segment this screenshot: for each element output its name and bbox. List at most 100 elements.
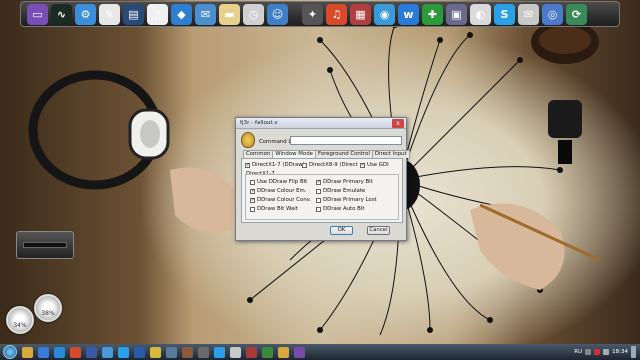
volume-icon[interactable] bbox=[603, 349, 610, 355]
folder-icon[interactable] bbox=[22, 346, 33, 358]
chat-icon[interactable] bbox=[102, 346, 113, 358]
language-indicator[interactable]: RU bbox=[574, 349, 582, 355]
ie-icon[interactable] bbox=[38, 346, 49, 358]
skype-icon[interactable] bbox=[118, 346, 129, 358]
web-icon[interactable]: ◎ bbox=[542, 3, 563, 25]
option-colour-conv[interactable]: ✓ DDraw Colour Conv. bbox=[250, 197, 311, 203]
tab-common[interactable]: Common bbox=[243, 150, 274, 158]
settings-icon[interactable]: ⚙ bbox=[75, 3, 96, 25]
checkbox-primary-blt[interactable]: ✓ bbox=[316, 179, 321, 185]
radio-widget[interactable] bbox=[16, 231, 74, 259]
sync-icon[interactable]: ⟳ bbox=[566, 3, 587, 25]
photo-icon[interactable]: ◐ bbox=[470, 3, 491, 25]
mail-app-icon[interactable]: ✉ bbox=[518, 3, 539, 25]
taskbar: RU 18:34 bbox=[0, 344, 640, 360]
tab-strip: Common Window Mode Foreground Control Di… bbox=[243, 150, 410, 159]
clock-icon[interactable]: ◷ bbox=[243, 3, 264, 25]
system-tray: RU 18:34 bbox=[574, 346, 636, 358]
app-icon[interactable] bbox=[278, 346, 289, 358]
activity-monitor-icon[interactable]: ∿ bbox=[51, 3, 72, 25]
mail-icon[interactable]: ✉ bbox=[195, 3, 216, 25]
chrome-icon[interactable] bbox=[150, 346, 161, 358]
option-use-gdi[interactable]: ✓ Use GDI bbox=[360, 162, 389, 168]
label-use-gdi: Use GDI bbox=[367, 162, 389, 168]
label-primary-blt: DDraw Primary Blt bbox=[323, 179, 373, 185]
music-icon[interactable]: ♫ bbox=[326, 3, 347, 25]
command-line-input[interactable] bbox=[290, 136, 402, 145]
notes-icon[interactable]: ✎ bbox=[99, 3, 120, 25]
system-meter-widget[interactable]: 34% 38% bbox=[4, 292, 68, 338]
config-dialog: fj3r - fallout.v x Command Line Common W… bbox=[235, 117, 410, 241]
vk-icon[interactable]: w bbox=[398, 3, 419, 25]
option-auto-blt[interactable]: DDraw Auto Blt bbox=[316, 206, 364, 212]
label-colour-conv: DDraw Colour Conv. bbox=[257, 197, 312, 203]
option-primary-blt[interactable]: ✓ DDraw Primary Blt bbox=[316, 179, 373, 185]
mail-icon[interactable] bbox=[230, 346, 241, 358]
network-icon[interactable] bbox=[585, 349, 592, 355]
checkbox-primary-lost[interactable] bbox=[316, 197, 321, 203]
memory-gauge: 38% bbox=[34, 294, 62, 322]
start-button[interactable] bbox=[3, 345, 17, 359]
document-icon[interactable]: ▯ bbox=[147, 3, 168, 25]
skype-icon[interactable]: S bbox=[494, 3, 515, 25]
checkbox-flip-blt[interactable] bbox=[250, 179, 255, 185]
app-icon[interactable] bbox=[86, 346, 97, 358]
dialog-title: fj3r - fallout.v bbox=[240, 120, 278, 126]
clock[interactable]: 18:34 bbox=[612, 349, 628, 355]
tab-panel: ✓ DirectX1-7 (DDraw) DirectX8-9 (Direct … bbox=[241, 158, 403, 223]
option-flip-blt[interactable]: Use DDraw Flip Blt bbox=[250, 179, 307, 185]
dropbox-icon[interactable]: ◆ bbox=[171, 3, 192, 25]
checkbox-directx17[interactable]: ✓ bbox=[245, 162, 250, 168]
game-icon[interactable]: ✚ bbox=[422, 3, 443, 25]
close-icon[interactable]: x bbox=[392, 118, 404, 128]
option-emulate[interactable]: DDraw Emulate bbox=[316, 188, 365, 194]
show-desktop-button[interactable] bbox=[631, 346, 636, 358]
network-icon[interactable] bbox=[166, 346, 177, 358]
flag-icon[interactable] bbox=[594, 349, 601, 355]
music-icon[interactable] bbox=[70, 346, 81, 358]
option-directx17[interactable]: ✓ DirectX1-7 (DDraw) bbox=[245, 162, 305, 168]
tab-foreground-control[interactable]: Foreground Control bbox=[314, 150, 373, 158]
checkbox-auto-blt[interactable] bbox=[316, 206, 321, 212]
tool-icon[interactable] bbox=[182, 346, 193, 358]
checkbox-use-gdi[interactable]: ✓ bbox=[360, 162, 365, 168]
option-colour-em[interactable]: ✓ DDraw Colour Em. bbox=[250, 188, 307, 194]
word-icon[interactable] bbox=[134, 346, 145, 358]
skype-icon[interactable] bbox=[214, 346, 225, 358]
checkbox-colour-conv[interactable]: ✓ bbox=[250, 197, 255, 203]
system-prefs-icon[interactable]: ✦ bbox=[302, 3, 323, 25]
media-player-icon[interactable] bbox=[54, 346, 65, 358]
finder-icon[interactable]: ☺ bbox=[267, 3, 288, 25]
application-dock: ▭ ∿ ⚙ ✎ ▤ ▯ ◆ ✉ ▬ ◷ ☺ ✦ ♫ ▦ ◉ w ✚ ▣ ◐ S ✉ ◎ ⟳ bbox=[20, 1, 620, 27]
label-flip-blt: Use DDraw Flip Blt bbox=[257, 179, 308, 185]
checkbox-emulate[interactable] bbox=[316, 188, 321, 194]
app-icon[interactable] bbox=[262, 346, 273, 358]
label-emulate: DDraw Emulate bbox=[323, 188, 366, 194]
label-directx89: DirectX8-9 (Direct bbox=[309, 162, 358, 168]
cpu-gauge: 34% bbox=[6, 306, 34, 334]
cancel-button[interactable]: Cancel bbox=[367, 226, 390, 235]
label-primary-lost: DDraw Primary Lost bbox=[323, 197, 377, 203]
calendar-icon[interactable]: ▦ bbox=[350, 3, 371, 25]
app-icon[interactable] bbox=[246, 346, 257, 358]
trash-icon[interactable]: ▤ bbox=[123, 3, 144, 25]
option-blt-wait[interactable]: DDraw Blt Wait bbox=[250, 206, 298, 212]
option-directx89[interactable]: DirectX8-9 (Direct bbox=[302, 162, 358, 168]
ok-button[interactable]: OK bbox=[330, 226, 353, 235]
gear-icon[interactable] bbox=[198, 346, 209, 358]
label-colour-em: DDraw Colour Em. bbox=[257, 188, 307, 194]
browser-icon[interactable]: ◉ bbox=[374, 3, 395, 25]
folder-icon[interactable]: ▬ bbox=[219, 3, 240, 25]
app-icon[interactable] bbox=[294, 346, 305, 358]
laptop-icon[interactable]: ▭ bbox=[27, 3, 48, 25]
dialog-titlebar[interactable]: fj3r - fallout.v x bbox=[236, 118, 406, 129]
monitor-icon[interactable]: ▣ bbox=[446, 3, 467, 25]
vault-boy-icon bbox=[241, 132, 255, 148]
radio-display bbox=[23, 242, 67, 248]
option-primary-lost[interactable]: DDraw Primary Lost bbox=[316, 197, 377, 203]
checkbox-colour-em[interactable]: ✓ bbox=[250, 188, 255, 194]
checkbox-directx89[interactable] bbox=[302, 162, 307, 168]
checkbox-blt-wait[interactable] bbox=[250, 206, 255, 212]
tab-direct-input[interactable]: Direct Input bbox=[371, 150, 410, 158]
label-directx17: DirectX1-7 (DDraw) bbox=[252, 162, 305, 168]
